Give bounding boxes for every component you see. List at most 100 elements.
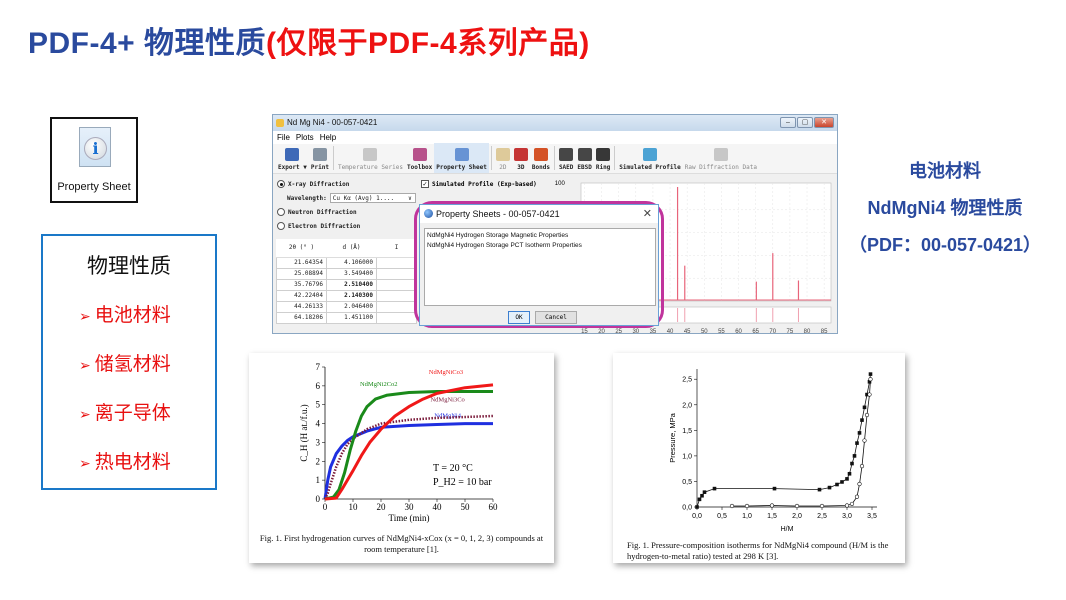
cell-2theta: 44.26133 bbox=[276, 300, 327, 313]
plot-ymax-label: 100 bbox=[554, 181, 565, 187]
minimize-button[interactable]: – bbox=[780, 117, 796, 128]
table-row[interactable]: 64.18206 1.451100 bbox=[276, 311, 417, 324]
maximize-button[interactable]: ▢ bbox=[797, 117, 813, 128]
x-tick-label: 60 bbox=[489, 502, 499, 512]
y-tick-label: 2,0 bbox=[682, 402, 692, 409]
material-summary: 电池材料 NdMgNi4 物理性质 （PDF：00-057-0421） bbox=[845, 157, 1045, 268]
x-tick-label: 2,0 bbox=[792, 513, 802, 520]
toolbar-toolbox-button[interactable]: Toolbox bbox=[405, 143, 434, 173]
y-tick-label: 6 bbox=[316, 381, 321, 391]
data-point bbox=[772, 486, 777, 491]
table-row[interactable]: 35.76796 2.510400 bbox=[276, 278, 417, 291]
toolbar-label: Bonds bbox=[531, 164, 550, 171]
x-tick-label: 30 bbox=[632, 329, 639, 334]
arrow-bullet-icon: ➢ bbox=[79, 406, 91, 422]
ok-button[interactable]: OK bbox=[508, 311, 530, 324]
x-axis-label: H/M bbox=[781, 526, 794, 533]
window-title: Nd Mg Ni4 - 00-057-0421 bbox=[287, 118, 378, 127]
toolbar-export-button[interactable]: Export ▼ bbox=[276, 143, 309, 173]
radio-button[interactable] bbox=[277, 208, 285, 216]
property-item: ➢ 储氢材料 bbox=[79, 354, 171, 375]
y-tick-label: 2 bbox=[316, 456, 321, 466]
radio-button[interactable] bbox=[277, 180, 285, 188]
cell-intensity bbox=[376, 256, 417, 269]
dialog-close-icon[interactable]: ✕ bbox=[643, 205, 652, 223]
data-point bbox=[868, 372, 873, 376]
list-item[interactable]: NdMgNi4 Hydrogen Storage Magnetic Proper… bbox=[427, 231, 653, 241]
cell-intensity bbox=[376, 289, 417, 302]
data-point bbox=[845, 477, 849, 481]
app-icon bbox=[276, 119, 284, 127]
hydrogenation-chart: 0 10 20 30 40 50 60 0 1 2 3 4 5 6 7 Time (min) C_H (H at… bbox=[299, 362, 499, 523]
y-axis-label: Pressure, MPa bbox=[668, 412, 677, 462]
cell-d: 2.140300 bbox=[326, 289, 377, 302]
toolbar-label: Simulated Profile bbox=[619, 164, 681, 171]
toolbar-label: Property Sheet bbox=[436, 164, 487, 171]
table-row[interactable]: 44.26133 2.046400 bbox=[276, 300, 417, 313]
checkbox[interactable]: ✓ bbox=[421, 180, 429, 188]
cell-intensity bbox=[376, 267, 417, 280]
toolbar-raw-diffraction-data-button[interactable]: Raw Diffraction Data bbox=[683, 143, 759, 173]
radio-neutron[interactable]: Neutron Diffraction bbox=[273, 205, 419, 219]
simulated-profile-checkbox[interactable]: ✓ Simulated Profile (Exp-based) 100 bbox=[421, 177, 581, 191]
x-tick-label: 0 bbox=[323, 502, 328, 512]
cell-d: 2.046400 bbox=[326, 300, 377, 313]
toolbar-label: Raw Diffraction Data bbox=[684, 164, 757, 171]
x-tick-label: 0,0 bbox=[692, 513, 702, 520]
x-axis-label: Time (min) bbox=[389, 513, 430, 523]
toolbar-print-button[interactable]: Print bbox=[309, 143, 331, 173]
radio-electron[interactable]: Electron Diffraction bbox=[273, 219, 419, 233]
toolbar-ebsd-button[interactable]: EBSD bbox=[575, 143, 593, 173]
toolbar-temperature-series-button[interactable]: Temperature Series bbox=[336, 143, 405, 173]
wavelength-select[interactable]: Cu Kα (Avg) 1.... bbox=[329, 193, 416, 203]
property-item: ➢ 离子导体 bbox=[79, 403, 171, 424]
x-tick-label: 35 bbox=[650, 329, 657, 334]
data-point bbox=[844, 503, 850, 508]
toolbar-property-sheet-button[interactable]: Property Sheet bbox=[434, 143, 489, 173]
toolbar-separator bbox=[614, 146, 616, 170]
property-sheets-dialog: Property Sheets - 00-057-0421 ✕ NdMgNi4 … bbox=[419, 204, 659, 326]
dialog-titlebar: Property Sheets - 00-057-0421 ✕ bbox=[420, 205, 658, 223]
toolbar-saed-button[interactable]: SAED bbox=[557, 143, 575, 173]
toolbar-label: Temperature Series bbox=[337, 164, 403, 171]
peak-table: 2θ (° ) d (Å) I 21.64354 4.106000 25.08894… bbox=[276, 239, 417, 324]
toolbar-label: 3D bbox=[517, 164, 525, 171]
series-label: NdMgNi2Co2 bbox=[360, 381, 398, 388]
y-tick-label: 1,5 bbox=[682, 428, 692, 435]
data-point bbox=[852, 454, 857, 458]
table-row[interactable]: 25.08894 3.549400 bbox=[276, 267, 417, 280]
series-line bbox=[732, 379, 871, 507]
x-tick-label: 85 bbox=[821, 329, 828, 334]
physical-properties-box: 物理性质 ➢ 电池材料 ➢ 储氢材料 ➢ 离子导体 ➢ 热电材料 bbox=[41, 234, 217, 490]
radio-xray[interactable]: X-ray Diffraction bbox=[273, 177, 419, 191]
close-button[interactable]: ✕ bbox=[814, 117, 834, 128]
structure-2d-icon bbox=[495, 148, 510, 161]
toolbar-simulated-profile-button[interactable]: Simulated Profile bbox=[617, 143, 682, 173]
toolbar-2d-button[interactable]: 2D bbox=[494, 143, 512, 173]
info-document-icon bbox=[454, 148, 469, 161]
col-header-d[interactable]: d (Å) bbox=[326, 239, 377, 258]
x-tick-label: 0,5 bbox=[717, 513, 727, 520]
toolbar-label: Export ▼ bbox=[278, 164, 307, 171]
list-item[interactable]: NdMgNi4 Hydrogen Storage PCT Isotherm Pr… bbox=[427, 241, 653, 251]
toolbar-label: Toolbox bbox=[407, 164, 433, 171]
col-header-2theta[interactable]: 2θ (° ) bbox=[276, 239, 327, 258]
x-tick-label: 3,0 bbox=[842, 513, 852, 520]
table-row[interactable]: 42.22404 2.140300 bbox=[276, 289, 417, 302]
radio-button[interactable] bbox=[277, 222, 285, 230]
toolbar-label: 2D bbox=[499, 164, 507, 171]
structure-3d-icon bbox=[513, 148, 528, 161]
x-tick-label: 40 bbox=[667, 329, 674, 334]
thermometer-icon bbox=[363, 148, 378, 161]
toolbar-ring-button[interactable]: Ring bbox=[594, 143, 612, 173]
table-row[interactable]: 21.64354 4.106000 bbox=[276, 256, 417, 269]
data-point bbox=[867, 392, 872, 397]
arrow-bullet-icon: ➢ bbox=[79, 455, 91, 471]
cell-intensity bbox=[376, 311, 417, 324]
data-point bbox=[847, 471, 852, 476]
toolbar-3d-button[interactable]: 3D bbox=[512, 143, 530, 173]
toolbar-bonds-button[interactable]: Bonds bbox=[530, 143, 552, 173]
cancel-button[interactable]: Cancel bbox=[535, 311, 577, 324]
properties-heading: 物理性质 bbox=[87, 255, 171, 278]
col-header-intensity[interactable]: I bbox=[376, 239, 417, 258]
